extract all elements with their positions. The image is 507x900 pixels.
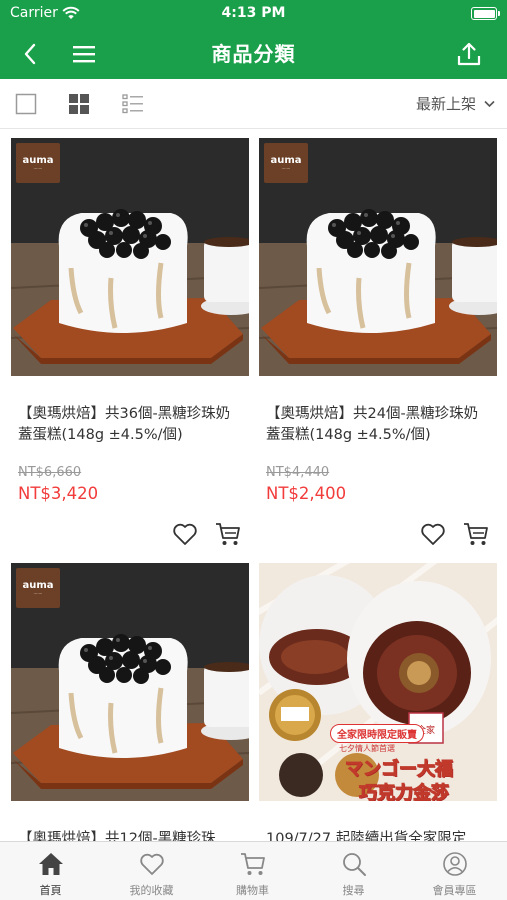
product-image[interactable]: auma ······· xyxy=(11,563,249,801)
product-image[interactable]: auma ······· xyxy=(259,138,497,376)
product-card[interactable]: auma ······· 【奧瑪烘焙】共24個-黑糖珍珠奶蓋蛋糕(148g ±4.… xyxy=(259,138,497,558)
add-to-cart-button[interactable] xyxy=(214,520,242,548)
brand-logo-text: auma xyxy=(270,155,302,166)
home-icon xyxy=(36,850,66,878)
product-original-price: NT$6,660 xyxy=(18,465,82,480)
promo-badge: 全家限時限定販賣 xyxy=(319,723,435,743)
share-button[interactable] xyxy=(451,36,487,72)
tab-label: 首頁 xyxy=(39,884,62,897)
brand-logo: auma ······· xyxy=(16,143,60,183)
bottom-tab-bar: 首頁 我的收藏 購物車 搜尋 會員專區 xyxy=(0,841,507,900)
tab-search[interactable]: 搜尋 xyxy=(303,842,404,900)
select-checkbox[interactable] xyxy=(14,92,38,116)
heart-icon xyxy=(173,523,197,545)
promo-subtitle: 七夕情人節首選 xyxy=(339,744,395,753)
grid-view-button[interactable] xyxy=(67,92,91,116)
cart-icon xyxy=(216,523,240,545)
chevron-down-icon xyxy=(484,100,495,107)
user-icon xyxy=(440,850,470,878)
brand-logo-text: auma xyxy=(22,155,54,166)
product-image[interactable]: auma ······· xyxy=(11,138,249,376)
battery-icon xyxy=(471,7,500,20)
grid-view-icon xyxy=(69,94,89,114)
add-to-cart-button[interactable] xyxy=(462,520,490,548)
list-view-button[interactable] xyxy=(121,92,145,116)
page-title: 商品分類 xyxy=(211,42,296,66)
favorite-button[interactable] xyxy=(419,520,447,548)
search-icon xyxy=(339,850,369,878)
favorite-button[interactable] xyxy=(171,520,199,548)
brand-logo: auma ······· xyxy=(264,143,308,183)
tab-label: 我的收藏 xyxy=(129,884,174,897)
product-card[interactable]: auma ······· 【奧瑪烘焙】共12個-黑糖珍珠 xyxy=(11,563,249,841)
promo-headline-2: 巧克力金莎 xyxy=(359,783,450,802)
brand-logo-text: auma xyxy=(22,580,54,591)
brand-logo: auma ······· xyxy=(16,568,60,608)
status-time: 4:13 PM xyxy=(221,5,286,21)
tab-home[interactable]: 首頁 xyxy=(0,842,101,900)
list-view-icon xyxy=(122,94,143,114)
nav-bar: 商品分類 xyxy=(0,28,507,79)
view-toolbar: 最新上架 xyxy=(0,79,507,129)
tab-label: 購物車 xyxy=(236,884,269,897)
heart-icon xyxy=(137,850,167,878)
share-icon xyxy=(457,42,481,66)
tab-member[interactable]: 會員專區 xyxy=(404,842,505,900)
cart-icon xyxy=(464,523,488,545)
tab-cart[interactable]: 購物車 xyxy=(202,842,303,900)
sort-label: 最新上架 xyxy=(415,95,476,113)
product-card[interactable]: auma ······· 【奧瑪烘焙】共36個-黑糖珍珠奶蓋蛋糕(148g ±4.… xyxy=(11,138,249,558)
product-price: NT$2,400 xyxy=(266,484,347,503)
heart-icon xyxy=(421,523,445,545)
cart-icon xyxy=(238,850,268,878)
product-title: 【奧瑪烘焙】共12個-黑糖珍珠 xyxy=(18,831,216,841)
tab-label: 搜尋 xyxy=(342,884,365,897)
sort-dropdown[interactable]: 最新上架 xyxy=(416,93,495,114)
product-image[interactable]: 全家 全家限時限定販賣 七夕情人節首選 マンゴー大福 巧克力金莎 xyxy=(259,563,497,801)
product-title: 【奧瑪烘焙】共36個-黑糖珍珠奶蓋蛋糕(148g ±4.5%/個) xyxy=(18,406,231,443)
tab-label: 會員專區 xyxy=(432,884,477,897)
promo-headline-1: マンゴー大福 xyxy=(345,759,454,781)
product-title: 109/7/27 起陸續出貨全家限定 xyxy=(266,831,467,841)
tab-favorites[interactable]: 我的收藏 xyxy=(101,842,202,900)
product-grid: auma ······· 【奧瑪烘焙】共36個-黑糖珍珠奶蓋蛋糕(148g ±4.… xyxy=(0,130,507,841)
product-title: 【奧瑪烘焙】共24個-黑糖珍珠奶蓋蛋糕(148g ±4.5%/個) xyxy=(266,406,479,443)
top-header: Carrier 4:13 PM 商品分類 xyxy=(0,0,507,79)
product-card[interactable]: 全家 全家限時限定販賣 七夕情人節首選 マンゴー大福 巧克力金莎 109/7/2… xyxy=(259,563,497,841)
product-price: NT$3,420 xyxy=(18,484,99,503)
product-original-price: NT$4,440 xyxy=(266,465,330,480)
status-bar: Carrier 4:13 PM xyxy=(0,0,507,28)
